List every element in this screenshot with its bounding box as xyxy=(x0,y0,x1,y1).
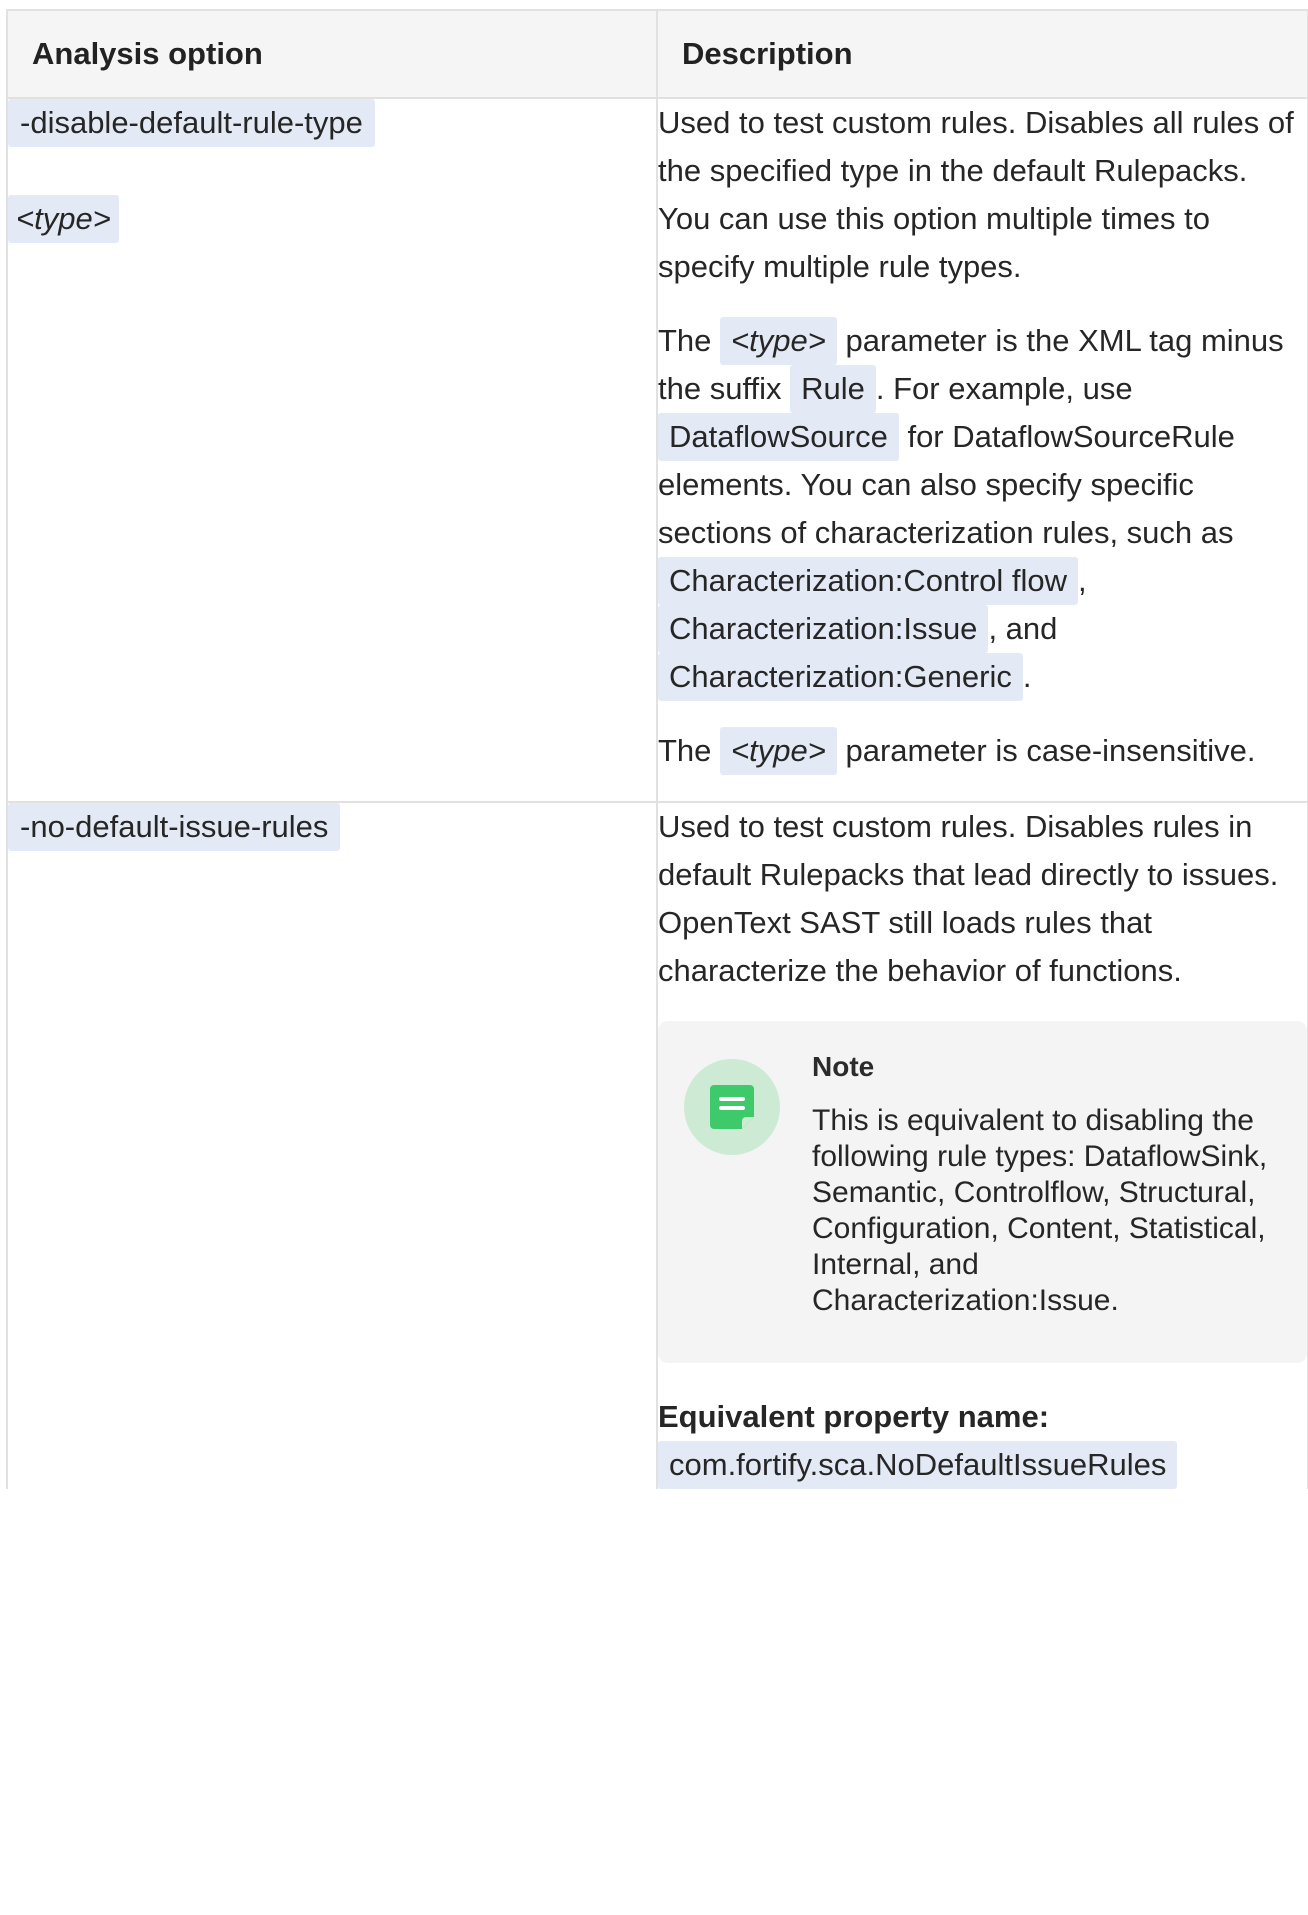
equivalent-property-value: com.fortify.sca.NoDefaultIssueRules xyxy=(658,1441,1178,1489)
inline-code: Characterization:Control flow xyxy=(658,557,1079,605)
text-run: . xyxy=(1022,659,1032,694)
description-paragraph: The <type> parameter is the XML tag minu… xyxy=(658,317,1307,701)
text-run: The xyxy=(658,733,721,768)
table-header-row: Analysis option Description xyxy=(6,9,1308,99)
text-run: . For example, use xyxy=(875,371,1133,406)
inline-code: Characterization:Issue xyxy=(658,605,989,653)
inline-code: Rule xyxy=(790,365,876,413)
option-cell: -disable-default-rule-type <type> xyxy=(6,97,658,803)
page: Analysis option Description -disable-def… xyxy=(0,0,1308,1915)
description-cell: Used to test custom rules. Disables rule… xyxy=(656,801,1308,1489)
option-cell: -no-default-issue-rules xyxy=(6,801,658,1489)
analysis-options-table: Analysis option Description -disable-def… xyxy=(6,9,1308,1489)
description-paragraph: Used to test custom rules. Disables all … xyxy=(658,105,1294,284)
option-name: -no-default-issue-rules xyxy=(8,803,341,851)
description-cell: Used to test custom rules. Disables all … xyxy=(656,97,1308,803)
description-paragraph: Used to test custom rules. Disables rule… xyxy=(658,809,1279,988)
text-run: , xyxy=(1078,563,1087,598)
text-run: parameter is case-insensitive. xyxy=(836,733,1256,768)
inline-code: DataflowSource xyxy=(658,413,899,461)
description-paragraph: The <type> parameter is case-insensitive… xyxy=(658,727,1307,775)
option-parameter: <type> xyxy=(8,195,119,243)
inline-code: Characterization:Generic xyxy=(658,653,1023,701)
equivalent-property-label: Equivalent property name: xyxy=(658,1399,1050,1434)
table-row: -disable-default-rule-type <type> Used t… xyxy=(6,97,1308,803)
text-run: The xyxy=(658,323,721,358)
inline-code: <type> xyxy=(720,317,837,365)
column-header-option: Analysis option xyxy=(6,9,658,99)
note-icon xyxy=(684,1059,780,1155)
note-callout: Note This is equivalent to disabling the… xyxy=(658,1021,1307,1363)
table-row: -no-default-issue-rules Used to test cus… xyxy=(6,801,1308,1489)
option-name: -disable-default-rule-type xyxy=(8,99,375,147)
inline-code: <type> xyxy=(720,727,837,775)
column-header-description: Description xyxy=(656,9,1308,99)
note-body: This is equivalent to disabling the foll… xyxy=(812,1104,1268,1317)
text-run: , and xyxy=(988,611,1058,646)
note-title: Note xyxy=(812,1051,875,1082)
